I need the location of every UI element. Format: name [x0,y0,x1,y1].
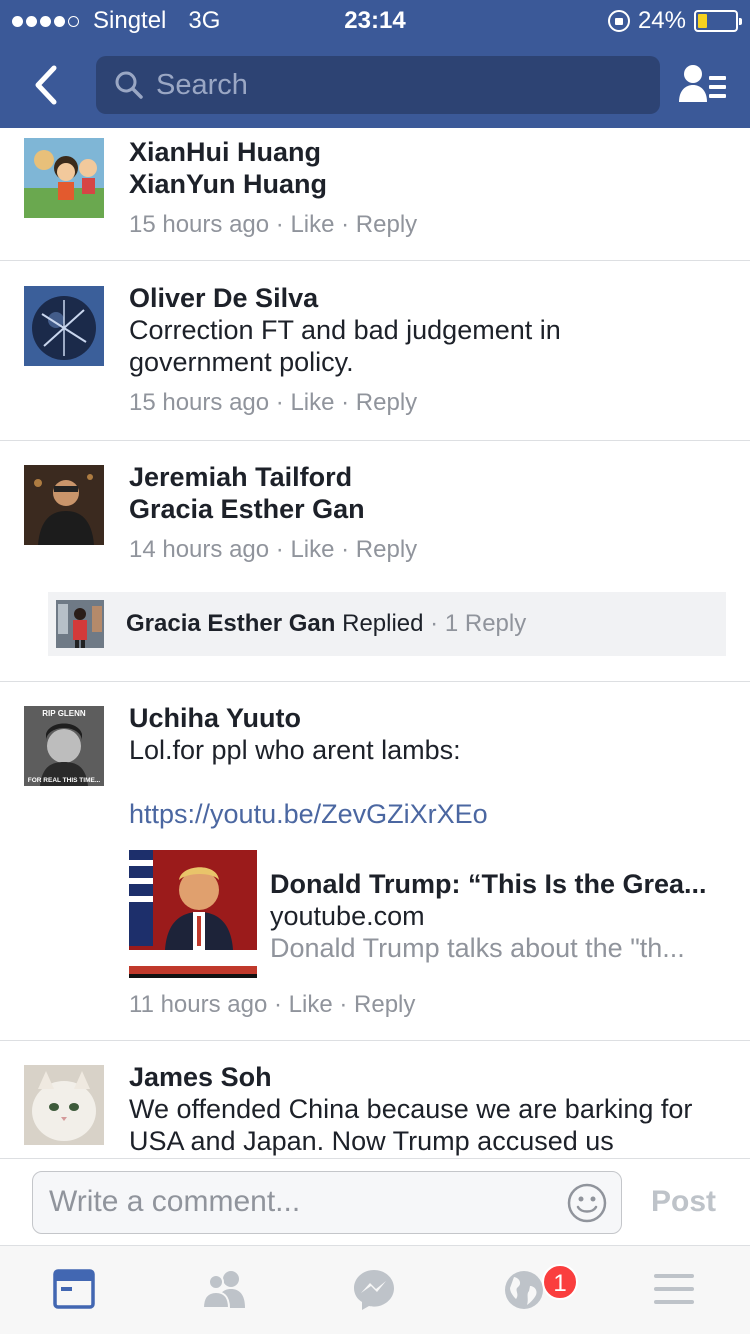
commenter-name[interactable]: Uchiha Yuuto [129,702,730,734]
comment-meta-row: 11 hours ago · Like · Reply [129,990,730,1020]
commenter-name[interactable]: Jeremiah Tailford [129,461,730,493]
comment-text: We offended China because we are barking… [129,1094,693,1156]
comment-body: James Soh We offended China because we a… [129,1061,730,1157]
globe-icon [505,1271,543,1309]
messenger-icon [354,1270,394,1310]
reply-link[interactable]: Reply [356,536,417,563]
comment-meta: 14 hours ago · Like · Reply [129,536,418,563]
avatar[interactable] [24,1065,104,1145]
avatar[interactable] [24,465,104,545]
like-link[interactable]: Like [290,536,334,563]
reply-link[interactable]: Reply [354,991,415,1018]
comment-input-placeholder: Write a comment... [49,1185,301,1218]
person-list-icon [679,65,726,102]
avatar[interactable] [24,138,104,218]
comment-item: Oliver De Silva Correction FT and bad ju… [0,262,750,441]
reply-link[interactable]: Reply [356,211,417,238]
comment-text: Correction FT and bad judgement in gover… [129,315,561,377]
avatar-caption-top: RIP GLENN [42,709,86,718]
replied-verb: Replied [342,610,424,637]
comments-feed[interactable]: XianHui Huang XianYun Huang 15 hours ago… [0,128,750,1158]
comment-input[interactable]: Write a comment... [32,1171,622,1234]
like-link[interactable]: Like [290,211,334,238]
reply-link[interactable]: Reply [356,389,417,416]
comment-text: Lol.for ppl who arent lambs: [129,735,461,765]
tab-news-feed[interactable] [52,1268,100,1312]
comment-time: 14 hours ago [129,536,270,563]
link-preview-title: Donald Trump: “This Is the Grea... [270,869,707,899]
avatar[interactable]: RIP GLENN FOR REAL THIS TIME... [24,706,104,786]
news-feed-icon [53,1269,95,1309]
replier-name: Gracia Esther Gan [126,610,336,637]
emoji-button[interactable] [567,1183,607,1223]
comment-time: 15 hours ago [129,211,270,238]
back-button[interactable] [28,62,68,108]
comment-meta: 15 hours ago · Like · Reply [129,211,418,238]
battery-percent: 24% [637,7,686,34]
comment-time: 11 hours ago [129,991,268,1018]
menu-icon [654,1274,694,1304]
battery-icon [694,10,742,32]
like-link[interactable]: Like [290,389,334,416]
avatar[interactable] [24,286,104,366]
comment-time: 15 hours ago [129,389,270,416]
avatar [56,600,104,648]
replies-summary[interactable]: Gracia Esther Gan Replied · 1 Reply [48,592,726,656]
comment-composer: Write a comment... Post [0,1158,750,1246]
bottom-tab-bar [0,1246,750,1334]
comment-link[interactable]: https://youtu.be/ZevGZiXrXEo [129,798,730,830]
comment-body: Oliver De Silva Correction FT and bad ju… [129,282,730,418]
top-bar: Singtel 3G 23:14 24% Search [0,0,750,128]
chevron-left-icon [35,65,57,105]
commenter-name[interactable]: Gracia Esther Gan [129,493,730,525]
comment-item: RIP GLENN FOR REAL THIS TIME... Uchiha Y… [0,682,750,1041]
comment-meta: 15 hours ago · Like · Reply [129,389,418,416]
link-preview-thumbnail [129,850,257,978]
link-preview-domain: youtube.com [270,901,425,931]
rotation-lock-icon [607,10,630,32]
notifications-badge: 1 [542,1264,578,1300]
link-preview-description: Donald Trump talks about the "th... [270,933,685,963]
replies-summary-text: Gracia Esther Gan Replied · 1 Reply [126,610,527,637]
tab-more[interactable] [652,1268,700,1312]
commenter-name[interactable]: James Soh [129,1061,730,1093]
tab-messenger[interactable] [352,1268,400,1312]
comment-body: Jeremiah Tailford Gracia Esther Gan 14 h… [129,461,730,565]
commenter-name[interactable]: Oliver De Silva [129,282,730,314]
smiley-icon [567,1183,607,1223]
search-input[interactable]: Search [96,56,660,114]
like-link[interactable]: Like [289,991,333,1018]
comment-item: Jeremiah Tailford Gracia Esther Gan 14 h… [0,441,750,682]
link-preview[interactable]: Donald Trump: “This Is the Grea... youtu… [129,850,729,978]
avatar-caption-bottom: FOR REAL THIS TIME... [28,777,101,784]
comment-meta: 11 hours ago · Like · Reply [129,991,416,1018]
comment-body: XianHui Huang XianYun Huang 15 hours ago… [129,136,730,240]
comment-body: Uchiha Yuuto Lol.for ppl who arent lambs… [129,702,730,830]
friends-icon [201,1271,245,1309]
commenter-name[interactable]: XianYun Huang [129,168,730,200]
commenter-name[interactable]: XianHui Huang [129,136,730,168]
link-preview-text: Donald Trump: “This Is the Grea... youtu… [270,850,725,978]
friend-requests-button[interactable] [678,62,728,108]
comment-item: XianHui Huang XianYun Huang 15 hours ago… [0,128,750,261]
search-icon [115,71,143,99]
tab-friends[interactable] [201,1268,249,1312]
status-right: 24% [607,7,742,35]
status-bar: Singtel 3G 23:14 24% [0,0,750,40]
reply-count: 1 Reply [444,610,527,637]
comment-item: James Soh We offended China because we a… [0,1041,750,1158]
post-button[interactable]: Post [651,1185,716,1219]
search-placeholder: Search [156,68,248,101]
